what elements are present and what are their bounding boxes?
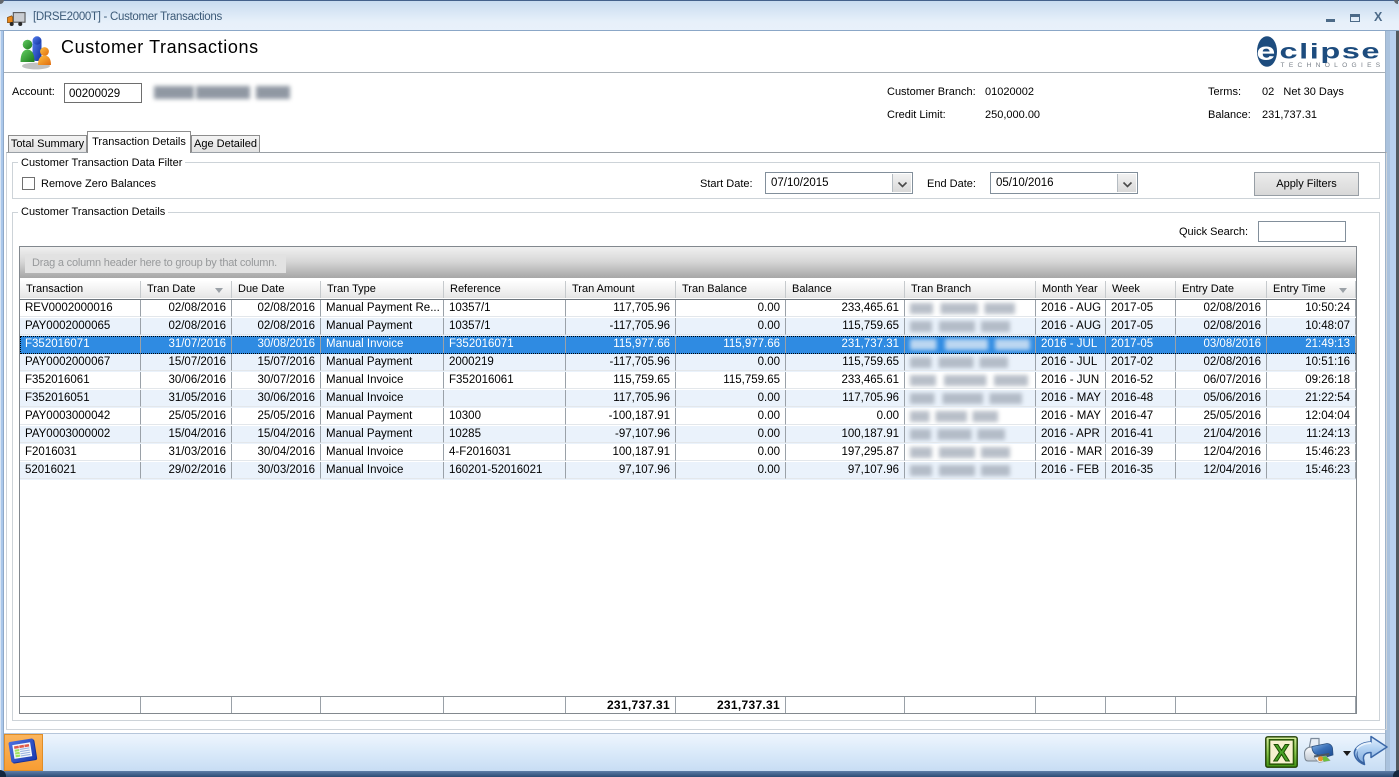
- svg-text:clipse: clipse: [1280, 39, 1382, 63]
- svg-text:e: e: [1257, 38, 1276, 66]
- svg-text:TECHNOLOGIES: TECHNOLOGIES: [1281, 62, 1385, 69]
- svg-text:X: X: [1273, 740, 1289, 767]
